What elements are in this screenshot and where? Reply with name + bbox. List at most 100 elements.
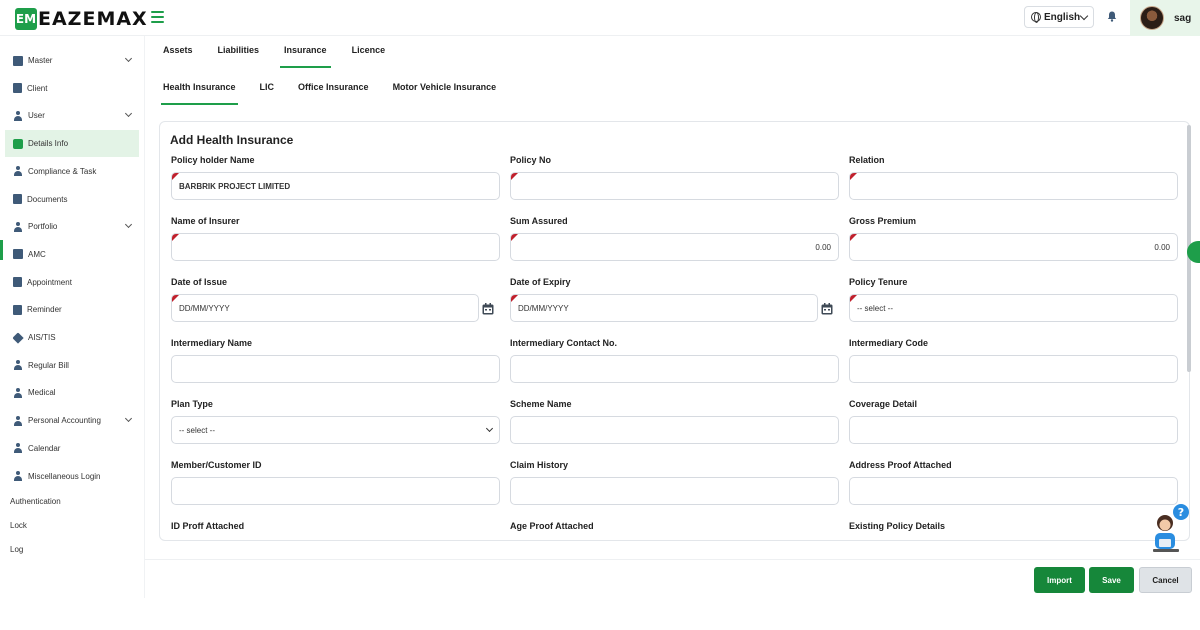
date-of-issue-value: DD/MM/YYYY xyxy=(179,303,230,313)
chevron-down-icon xyxy=(124,54,133,63)
gross-premium-input[interactable]: 0.00 xyxy=(849,233,1178,261)
subtab-motor-vehicle-insurance[interactable]: Motor Vehicle Insurance xyxy=(393,82,497,99)
sidebar-item-portfolio[interactable]: Portfolio xyxy=(5,213,139,240)
sidebar-item-log[interactable]: Log xyxy=(10,545,23,554)
tab-assets[interactable]: Assets xyxy=(163,45,193,62)
sidebar-item-personal-accounting[interactable]: Personal Accounting xyxy=(5,407,139,434)
sidebar-item-user[interactable]: User xyxy=(5,102,139,129)
sidebar-item-ais-tis[interactable]: AIS/TIS xyxy=(5,324,139,351)
language-label: English xyxy=(1044,11,1081,23)
user-menu[interactable]: sag xyxy=(1130,0,1200,36)
gross-premium-label: Gross Premium xyxy=(849,216,917,226)
help-assistant-icon[interactable]: ? xyxy=(1147,503,1191,557)
user-edit-icon xyxy=(13,415,23,426)
calendar-icon[interactable] xyxy=(821,302,833,315)
sidebar-item-label: Details Info xyxy=(28,139,69,149)
sidebar-item-lock[interactable]: Lock xyxy=(10,521,27,530)
intermediary-name-input[interactable] xyxy=(171,355,500,383)
subtab-lic[interactable]: LIC xyxy=(260,82,275,99)
username: sag xyxy=(1174,12,1192,24)
language-selector[interactable]: English xyxy=(1024,6,1094,28)
calendar-doc-icon xyxy=(13,277,22,288)
intermediary-contact-no-label: Intermediary Contact No. xyxy=(510,338,618,348)
sidebar-item-client[interactable]: Client xyxy=(5,75,139,102)
sidebar-item-label: Portfolio xyxy=(28,222,58,232)
date-of-expiry-input[interactable]: DD/MM/YYYY xyxy=(510,294,818,322)
plan-type-select[interactable]: -- select -- xyxy=(171,416,500,444)
app-logo[interactable]: EM EAZEMAX xyxy=(15,8,148,30)
sidebar-item-label: AMC xyxy=(28,249,46,259)
gross-premium-value: 0.00 xyxy=(1154,242,1170,252)
intermediary-contact-no-input[interactable] xyxy=(510,355,839,383)
policy-holder-name-input[interactable]: BARBRIK PROJECT LIMITED xyxy=(171,172,500,200)
info-icon xyxy=(13,138,23,149)
sidebar-item-medical[interactable]: Medical xyxy=(5,379,139,406)
member-customer-id-input[interactable] xyxy=(171,477,500,505)
menu-toggle-icon[interactable] xyxy=(151,11,164,23)
user-icon xyxy=(13,110,23,121)
sidebar-item-calendar[interactable]: Calendar xyxy=(5,435,139,462)
secondary-tabs: Health Insurance LIC Office Insurance Motor… xyxy=(161,82,520,105)
tab-liabilities[interactable]: Liabilities xyxy=(218,45,260,62)
cancel-button[interactable]: Cancel xyxy=(1139,567,1192,593)
coverage-detail-input[interactable] xyxy=(849,416,1178,444)
sidebar-item-miscellaneous-login[interactable]: Miscellaneous Login xyxy=(5,463,139,490)
tab-licence[interactable]: Licence xyxy=(352,45,386,62)
name-of-insurer-input[interactable] xyxy=(171,233,500,261)
user-edit-icon xyxy=(13,443,23,454)
sidebar-item-appointment[interactable]: Appointment xyxy=(5,269,139,296)
sidebar-item-details-info[interactable]: Details Info xyxy=(5,130,139,158)
policy-tenure-select[interactable]: -- select -- xyxy=(849,294,1178,322)
chevron-down-icon xyxy=(1079,11,1089,20)
notification-bell-icon[interactable] xyxy=(1107,11,1117,22)
avatar xyxy=(1140,6,1164,30)
chevron-down-icon xyxy=(124,415,133,423)
policy-tenure-label: Policy Tenure xyxy=(849,277,908,287)
sidebar-item-label: Client xyxy=(27,83,48,93)
scheme-name-input[interactable] xyxy=(510,416,839,444)
sidebar-item-label: Medical xyxy=(28,388,56,398)
date-of-issue-input[interactable]: DD/MM/YYYY xyxy=(171,294,479,322)
relation-label: Relation xyxy=(849,155,885,165)
sidebar-item-documents[interactable]: Documents xyxy=(5,186,139,213)
sidebar-item-label: Miscellaneous Login xyxy=(28,471,101,481)
person-icon xyxy=(13,221,23,232)
claim-history-input[interactable] xyxy=(510,477,839,505)
intermediary-code-label: Intermediary Code xyxy=(849,338,929,348)
sidebar-item-label: Reminder xyxy=(27,305,62,315)
coverage-detail-label: Coverage Detail xyxy=(849,399,918,409)
folder-icon xyxy=(13,194,22,204)
intermediary-code-input[interactable] xyxy=(849,355,1178,383)
address-proof-attached-input[interactable] xyxy=(849,477,1178,505)
relation-input[interactable] xyxy=(849,172,1178,200)
existing-policy-details-label: Existing Policy Details xyxy=(849,521,946,531)
sidebar: Master Client User Details Info Compliance &… xyxy=(0,36,145,598)
age-proof-attached-label: Age Proof Attached xyxy=(510,521,594,531)
primary-tabs: Assets Liabilities Insurance Licence xyxy=(163,45,410,68)
claim-history-label: Claim History xyxy=(510,460,569,470)
sidebar-item-master[interactable]: Master xyxy=(5,47,139,74)
calendar-icon[interactable] xyxy=(482,302,494,315)
sidebar-item-label: Appointment xyxy=(27,277,72,287)
save-button[interactable]: Save xyxy=(1089,567,1134,593)
policy-no-input[interactable] xyxy=(510,172,839,200)
subtab-health-insurance[interactable]: Health Insurance xyxy=(161,82,238,105)
sidebar-item-label: Master xyxy=(28,56,53,65)
user-edit-icon xyxy=(13,387,23,398)
import-button[interactable]: Import xyxy=(1034,567,1085,593)
chevron-down-icon xyxy=(485,424,494,433)
address-proof-attached-label: Address Proof Attached xyxy=(849,460,952,470)
sum-assured-input[interactable]: 0.00 xyxy=(510,233,839,261)
sidebar-item-authentication[interactable]: Authentication xyxy=(10,497,61,506)
sidebar-item-amc[interactable]: AMC xyxy=(5,241,139,268)
tab-insurance[interactable]: Insurance xyxy=(280,45,331,68)
intermediary-name-label: Intermediary Name xyxy=(171,338,253,348)
logo-mark: EM xyxy=(15,8,37,30)
sidebar-item-reminder[interactable]: Reminder xyxy=(5,296,139,323)
subtab-office-insurance[interactable]: Office Insurance xyxy=(298,82,369,99)
sidebar-item-compliance-task[interactable]: Compliance & Task xyxy=(5,158,139,185)
sidebar-edge-handle[interactable] xyxy=(0,240,3,260)
sidebar-item-regular-bill[interactable]: Regular Bill xyxy=(5,352,139,379)
plan-type-value: -- select -- xyxy=(179,425,215,435)
gender-icon xyxy=(13,166,23,177)
